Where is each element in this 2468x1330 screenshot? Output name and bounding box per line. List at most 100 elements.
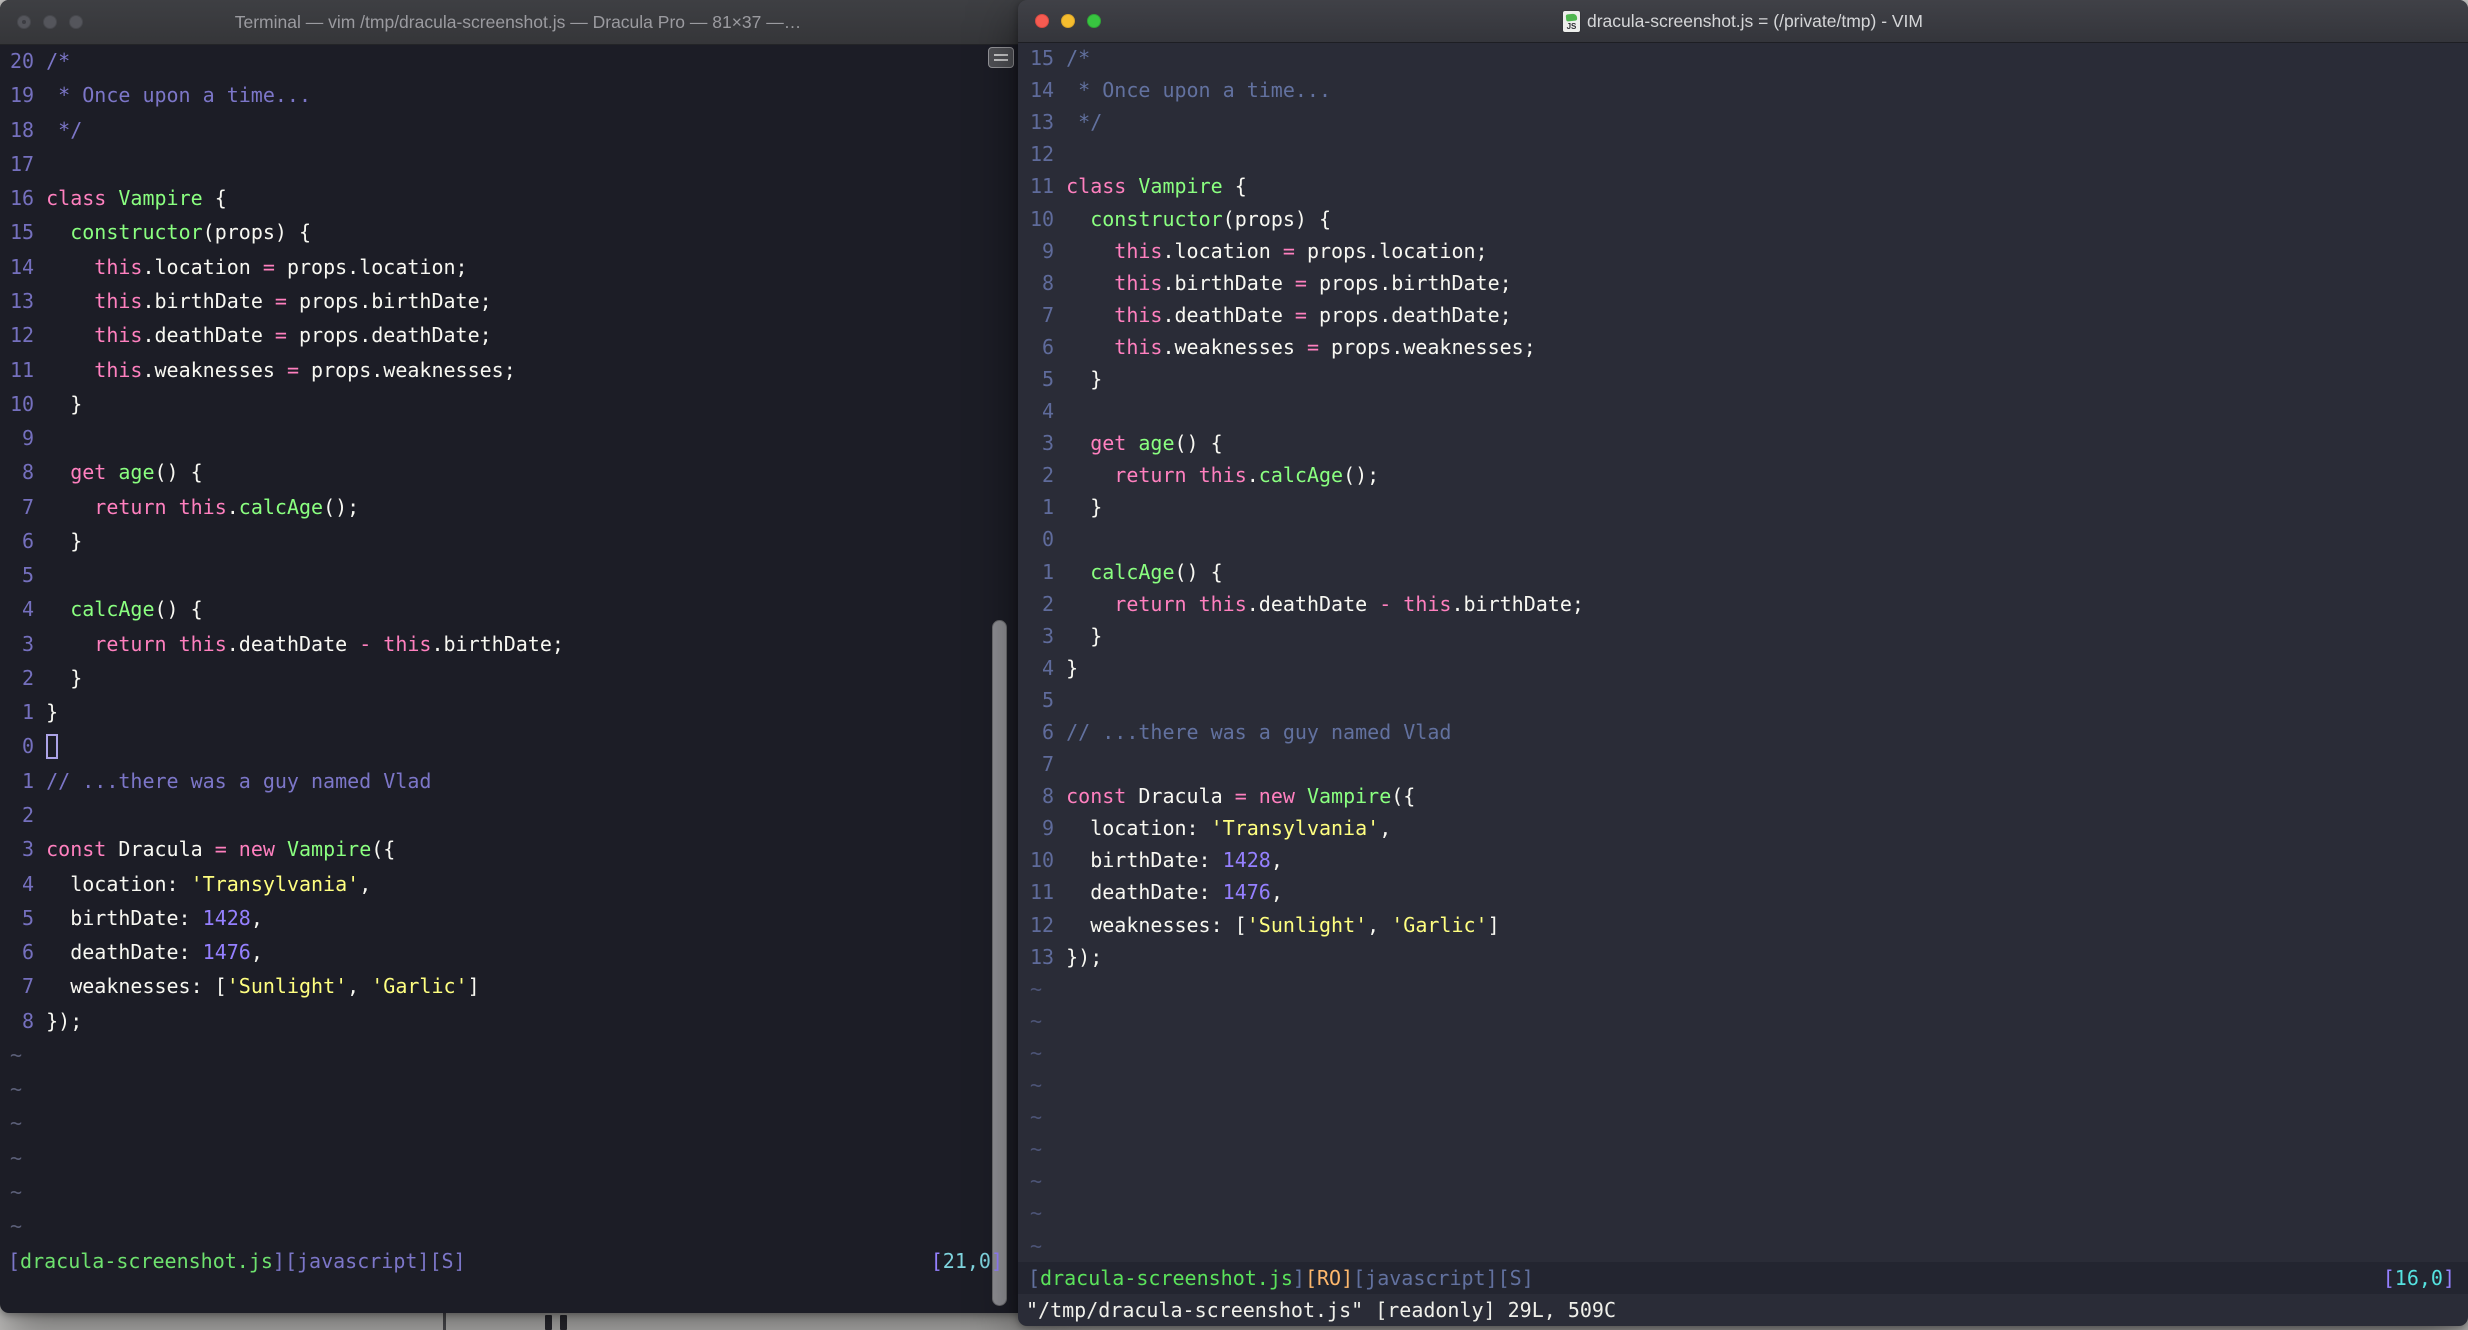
- close-button[interactable]: [17, 15, 31, 29]
- close-button[interactable]: [1035, 14, 1049, 28]
- minimize-button[interactable]: [43, 15, 57, 29]
- code-token: /*: [46, 49, 71, 74]
- code-token: =: [1306, 334, 1319, 359]
- code-token: get: [1090, 431, 1127, 456]
- code-line: 1}: [0, 695, 1036, 729]
- code-token: this: [1114, 238, 1163, 263]
- line-number: 8: [22, 460, 35, 485]
- code-token: 'Garlic': [371, 974, 468, 999]
- code-token: props.weaknesses;: [299, 357, 516, 382]
- vim-buffer[interactable]: 20/* 19 * Once upon a time... 18 */17 16 cla…: [0, 44, 1036, 1243]
- empty-buffer-line: ~: [0, 1106, 1036, 1140]
- code-line: 4 location: 'Transylvania',: [0, 866, 1036, 900]
- code-token: .birthDate;: [1451, 591, 1584, 616]
- code-token: weaknesses: [: [1066, 912, 1247, 937]
- scrollbar-thumb[interactable]: [992, 620, 1007, 1306]
- code-token: .location: [1162, 238, 1283, 263]
- code-token: {: [202, 186, 227, 211]
- empty-buffer-line: ~: [0, 1141, 1036, 1175]
- code-token: .deathDate: [226, 631, 360, 656]
- code-token: */: [1066, 110, 1103, 135]
- code-token: }: [1066, 623, 1103, 648]
- code-line: 6 this .weaknesses = props.weaknesses;: [1018, 331, 2468, 363]
- code-token: this: [1114, 334, 1163, 359]
- line-number: 6: [1042, 334, 1055, 359]
- code-line: 12 this .deathDate = props.deathDate;: [0, 318, 1036, 352]
- macvim-titlebar[interactable]: JS dracula-screenshot.js = (/private/tmp…: [1018, 0, 2468, 43]
- window-title: dracula-screenshot.js = (/private/tmp) -…: [1586, 10, 1923, 31]
- code-token: this: [178, 494, 227, 519]
- code-token: }: [46, 391, 83, 416]
- code-line: 8 const Dracula = new Vampire({: [1018, 780, 2468, 812]
- statusline-filetype: [javascript][S]: [1353, 1265, 1534, 1290]
- vim-buffer[interactable]: 15/* 14 * Once upon a time... 13 */12 11 cla…: [1018, 42, 2468, 1262]
- code-token: get: [70, 460, 107, 485]
- js-file-icon: JS: [1562, 10, 1580, 32]
- code-line: 1 // ...there was a guy named Vlad: [0, 764, 1036, 798]
- code-token: ,: [347, 974, 372, 999]
- code-line: 9 this .location = props.location;: [1018, 235, 2468, 267]
- code-token: props.location;: [274, 254, 468, 279]
- code-token: return: [1114, 463, 1187, 488]
- code-token: const: [1066, 784, 1127, 809]
- code-line: 5: [1018, 684, 2468, 716]
- empty-buffer-line: ~: [0, 1072, 1036, 1106]
- code-line: 2 return this. calcAge ();: [1018, 459, 2468, 491]
- code-token: this: [1403, 591, 1452, 616]
- line-number: 11: [1030, 174, 1055, 199]
- tilde-marker: ~: [10, 1111, 23, 1136]
- code-line: 15 /*: [1018, 42, 2468, 74]
- code-token: Vampire: [1306, 784, 1392, 809]
- empty-buffer-line: ~: [1018, 1005, 2468, 1037]
- code-token: ,: [250, 905, 263, 930]
- terminal-titlebar[interactable]: Terminal — vim /tmp/dracula-screenshot.j…: [0, 0, 1036, 45]
- zoom-button[interactable]: [69, 15, 83, 29]
- empty-buffer-line: ~: [1018, 1165, 2468, 1197]
- code-line: 2: [0, 798, 1036, 832]
- split-pane-button[interactable]: [988, 47, 1014, 68]
- code-token: .birthDate: [142, 288, 275, 313]
- minimize-button[interactable]: [1061, 14, 1075, 28]
- code-token: }: [46, 528, 83, 553]
- code-token: location:: [46, 871, 191, 896]
- code-token: .location: [142, 254, 263, 279]
- code-line: 3 }: [1018, 620, 2468, 652]
- line-number: 13: [1030, 110, 1055, 135]
- code-token: .deathDate: [1162, 302, 1295, 327]
- code-token: this: [178, 631, 227, 656]
- code-token: deathDate:: [46, 940, 203, 965]
- line-number: 5: [22, 905, 35, 930]
- code-token: const: [46, 837, 107, 862]
- tilde-marker: ~: [10, 1145, 23, 1170]
- code-line: 5 birthDate: 1428,: [0, 901, 1036, 935]
- code-token: ,: [1270, 848, 1283, 873]
- statusline-bracket: [: [8, 1248, 21, 1273]
- code-token: new: [1258, 784, 1295, 809]
- code-token: () {: [1174, 559, 1223, 584]
- code-token: calcAge: [1090, 559, 1175, 584]
- code-token: calcAge: [238, 494, 324, 519]
- code-line: 13});: [1018, 941, 2468, 973]
- line-number: 6: [1042, 720, 1055, 745]
- vim-commandline[interactable]: [0, 1278, 1036, 1312]
- zoom-button[interactable]: [1087, 14, 1101, 28]
- code-line: 20 /*: [0, 44, 1036, 78]
- code-line: 1 }: [1018, 491, 2468, 523]
- empty-buffer-line: ~: [1018, 1069, 2468, 1101]
- line-number: 8: [22, 1008, 35, 1033]
- code-token: =: [1282, 238, 1295, 263]
- line-number: 14: [1030, 78, 1055, 103]
- line-number: 7: [22, 974, 35, 999]
- vim-commandline[interactable]: "/tmp/dracula-screenshot.js" [readonly] …: [1018, 1294, 2468, 1326]
- code-token: () {: [154, 460, 203, 485]
- code-token: 'Transylvania': [190, 871, 360, 896]
- code-line: 2 }: [0, 661, 1036, 695]
- empty-buffer-line: ~: [0, 1209, 1036, 1243]
- line-number: 9: [1042, 816, 1055, 841]
